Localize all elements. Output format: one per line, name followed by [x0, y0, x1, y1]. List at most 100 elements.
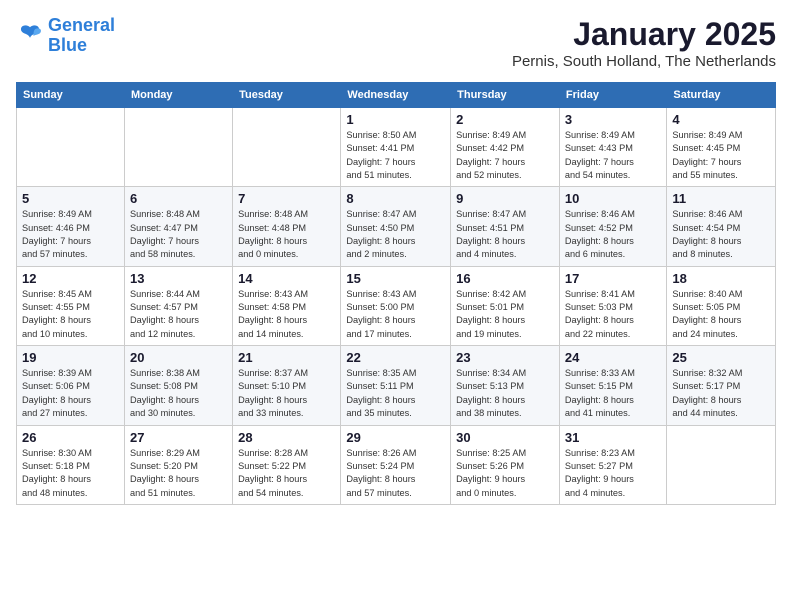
calendar-cell: 22 Sunrise: 8:35 AM Sunset: 5:11 PM Dayli… [341, 346, 451, 425]
day-info: Sunrise: 8:49 AM Sunset: 4:45 PM Dayligh… [672, 129, 770, 182]
calendar-week-row: 19 Sunrise: 8:39 AM Sunset: 5:06 PM Dayli… [17, 346, 776, 425]
day-info: Sunrise: 8:42 AM Sunset: 5:01 PM Dayligh… [456, 288, 554, 341]
day-info: Sunrise: 8:33 AM Sunset: 5:15 PM Dayligh… [565, 367, 661, 420]
col-header-friday: Friday [559, 83, 666, 108]
day-info: Sunrise: 8:25 AM Sunset: 5:26 PM Dayligh… [456, 447, 554, 500]
day-number: 14 [238, 271, 335, 286]
calendar-week-row: 12Sunrise: 8:45 AM Sunset: 4:55 PM Dayli… [17, 266, 776, 345]
day-info: Sunrise: 8:43 AM Sunset: 5:00 PM Dayligh… [346, 288, 445, 341]
calendar-cell [233, 108, 341, 187]
logo-text: General Blue [48, 16, 115, 56]
day-number: 28 [238, 430, 335, 445]
day-info: Sunrise: 8:47 AM Sunset: 4:50 PM Dayligh… [346, 208, 445, 261]
calendar-cell: 25Sunrise: 8:32 AM Sunset: 5:17 PM Dayli… [667, 346, 776, 425]
calendar-cell: 28Sunrise: 8:28 AM Sunset: 5:22 PM Dayli… [233, 425, 341, 504]
day-info: Sunrise: 8:23 AM Sunset: 5:27 PM Dayligh… [565, 447, 661, 500]
calendar-week-row: 1 Sunrise: 8:50 AM Sunset: 4:41 PM Daylig… [17, 108, 776, 187]
day-number: 18 [672, 271, 770, 286]
logo: General Blue [16, 16, 115, 56]
day-number: 11 [672, 191, 770, 206]
day-number: 1 [346, 112, 445, 127]
day-number: 7 [238, 191, 335, 206]
day-info: Sunrise: 8:37 AM Sunset: 5:10 PM Dayligh… [238, 367, 335, 420]
calendar-cell: 18 Sunrise: 8:40 AM Sunset: 5:05 PM Dayli… [667, 266, 776, 345]
calendar-cell [124, 108, 232, 187]
calendar-cell: 20 Sunrise: 8:38 AM Sunset: 5:08 PM Dayli… [124, 346, 232, 425]
day-number: 19 [22, 350, 119, 365]
day-info: Sunrise: 8:46 AM Sunset: 4:52 PM Dayligh… [565, 208, 661, 261]
day-number: 29 [346, 430, 445, 445]
day-number: 2 [456, 112, 554, 127]
calendar-cell: 26Sunrise: 8:30 AM Sunset: 5:18 PM Dayli… [17, 425, 125, 504]
day-number: 27 [130, 430, 227, 445]
day-number: 3 [565, 112, 661, 127]
day-number: 20 [130, 350, 227, 365]
day-number: 10 [565, 191, 661, 206]
calendar-cell: 27 Sunrise: 8:29 AM Sunset: 5:20 PM Dayli… [124, 425, 232, 504]
calendar-cell: 14Sunrise: 8:43 AM Sunset: 4:58 PM Dayli… [233, 266, 341, 345]
day-number: 21 [238, 350, 335, 365]
calendar-cell: 13 Sunrise: 8:44 AM Sunset: 4:57 PM Dayli… [124, 266, 232, 345]
day-info: Sunrise: 8:40 AM Sunset: 5:05 PM Dayligh… [672, 288, 770, 341]
calendar-cell: 9 Sunrise: 8:47 AM Sunset: 4:51 PM Daylig… [451, 187, 560, 266]
day-number: 16 [456, 271, 554, 286]
calendar-cell: 23Sunrise: 8:34 AM Sunset: 5:13 PM Dayli… [451, 346, 560, 425]
day-info: Sunrise: 8:50 AM Sunset: 4:41 PM Dayligh… [346, 129, 445, 182]
calendar-cell: 2 Sunrise: 8:49 AM Sunset: 4:42 PM Daylig… [451, 108, 560, 187]
calendar-cell: 11Sunrise: 8:46 AM Sunset: 4:54 PM Dayli… [667, 187, 776, 266]
day-number: 31 [565, 430, 661, 445]
calendar-cell: 7 Sunrise: 8:48 AM Sunset: 4:48 PM Daylig… [233, 187, 341, 266]
day-info: Sunrise: 8:41 AM Sunset: 5:03 PM Dayligh… [565, 288, 661, 341]
calendar-week-row: 5Sunrise: 8:49 AM Sunset: 4:46 PM Daylig… [17, 187, 776, 266]
day-number: 15 [346, 271, 445, 286]
col-header-monday: Monday [124, 83, 232, 108]
day-number: 4 [672, 112, 770, 127]
day-info: Sunrise: 8:49 AM Sunset: 4:42 PM Dayligh… [456, 129, 554, 182]
logo-icon [16, 22, 44, 50]
day-info: Sunrise: 8:38 AM Sunset: 5:08 PM Dayligh… [130, 367, 227, 420]
day-number: 8 [346, 191, 445, 206]
day-info: Sunrise: 8:39 AM Sunset: 5:06 PM Dayligh… [22, 367, 119, 420]
day-number: 13 [130, 271, 227, 286]
calendar-cell: 17 Sunrise: 8:41 AM Sunset: 5:03 PM Dayli… [559, 266, 666, 345]
day-number: 5 [22, 191, 119, 206]
day-info: Sunrise: 8:34 AM Sunset: 5:13 PM Dayligh… [456, 367, 554, 420]
calendar-cell: 21 Sunrise: 8:37 AM Sunset: 5:10 PM Dayli… [233, 346, 341, 425]
calendar-title: January 2025 [512, 16, 776, 53]
calendar-cell: 31 Sunrise: 8:23 AM Sunset: 5:27 PM Dayli… [559, 425, 666, 504]
calendar-cell: 19 Sunrise: 8:39 AM Sunset: 5:06 PM Dayli… [17, 346, 125, 425]
day-number: 26 [22, 430, 119, 445]
calendar-cell: 8 Sunrise: 8:47 AM Sunset: 4:50 PM Daylig… [341, 187, 451, 266]
day-number: 22 [346, 350, 445, 365]
calendar-cell: 4 Sunrise: 8:49 AM Sunset: 4:45 PM Daylig… [667, 108, 776, 187]
day-info: Sunrise: 8:32 AM Sunset: 5:17 PM Dayligh… [672, 367, 770, 420]
day-number: 12 [22, 271, 119, 286]
col-header-tuesday: Tuesday [233, 83, 341, 108]
calendar-table: SundayMondayTuesdayWednesdayThursdayFrid… [16, 82, 776, 505]
day-info: Sunrise: 8:48 AM Sunset: 4:47 PM Dayligh… [130, 208, 227, 261]
day-info: Sunrise: 8:49 AM Sunset: 4:43 PM Dayligh… [565, 129, 661, 182]
calendar-subtitle: Pernis, South Holland, The Netherlands [512, 53, 776, 70]
day-number: 9 [456, 191, 554, 206]
calendar-cell: 5Sunrise: 8:49 AM Sunset: 4:46 PM Daylig… [17, 187, 125, 266]
calendar-header-row: SundayMondayTuesdayWednesdayThursdayFrid… [17, 83, 776, 108]
col-header-thursday: Thursday [451, 83, 560, 108]
calendar-cell [667, 425, 776, 504]
calendar-week-row: 26Sunrise: 8:30 AM Sunset: 5:18 PM Dayli… [17, 425, 776, 504]
day-number: 17 [565, 271, 661, 286]
col-header-saturday: Saturday [667, 83, 776, 108]
day-info: Sunrise: 8:29 AM Sunset: 5:20 PM Dayligh… [130, 447, 227, 500]
calendar-cell: 1 Sunrise: 8:50 AM Sunset: 4:41 PM Daylig… [341, 108, 451, 187]
day-info: Sunrise: 8:47 AM Sunset: 4:51 PM Dayligh… [456, 208, 554, 261]
day-info: Sunrise: 8:35 AM Sunset: 5:11 PM Dayligh… [346, 367, 445, 420]
calendar-cell: 29Sunrise: 8:26 AM Sunset: 5:24 PM Dayli… [341, 425, 451, 504]
calendar-cell: 24Sunrise: 8:33 AM Sunset: 5:15 PM Dayli… [559, 346, 666, 425]
day-number: 30 [456, 430, 554, 445]
page-header: General Blue January 2025 Pernis, South … [16, 16, 776, 70]
day-info: Sunrise: 8:44 AM Sunset: 4:57 PM Dayligh… [130, 288, 227, 341]
calendar-cell: 12Sunrise: 8:45 AM Sunset: 4:55 PM Dayli… [17, 266, 125, 345]
calendar-cell: 6Sunrise: 8:48 AM Sunset: 4:47 PM Daylig… [124, 187, 232, 266]
day-info: Sunrise: 8:48 AM Sunset: 4:48 PM Dayligh… [238, 208, 335, 261]
title-block: January 2025 Pernis, South Holland, The … [512, 16, 776, 70]
calendar-cell [17, 108, 125, 187]
